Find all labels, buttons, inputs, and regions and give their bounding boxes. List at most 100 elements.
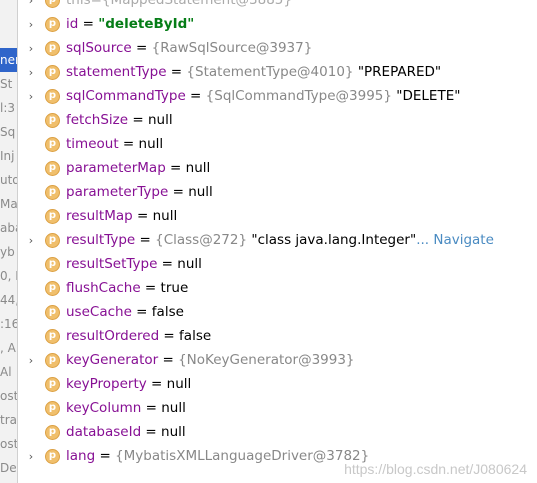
strip-fragment	[0, 0, 17, 24]
tree-row-parametermap[interactable]: p parameterMap = null	[17, 156, 537, 180]
field-name: sqlCommandType	[66, 88, 186, 104]
tree-row-keygenerator[interactable]: › p keyGenerator = {NoKeyGenerator@3993}	[17, 348, 537, 372]
expand-arrow-icon[interactable]: ›	[17, 0, 45, 12]
field-value: true	[160, 280, 189, 296]
strip-fragment: Sq	[0, 125, 16, 139]
field-name: keyProperty	[66, 376, 147, 392]
strip-fragment: uto	[0, 173, 17, 187]
tree-row-id[interactable]: › p id = "deleteById"	[17, 12, 537, 36]
equals-sign: =	[78, 16, 99, 32]
tree-row-flushcache[interactable]: p flushCache = true	[17, 276, 537, 300]
field-name: resultSetType	[66, 256, 158, 272]
expand-arrow-icon	[17, 276, 45, 300]
equals-sign: =	[118, 136, 139, 152]
field-value: null	[147, 112, 173, 128]
field-value: null	[177, 256, 202, 272]
field-name: statementType	[66, 64, 167, 80]
field-value: null	[161, 400, 186, 416]
expand-arrow-icon	[17, 252, 45, 276]
strip-fragment: De	[0, 461, 17, 475]
strip-fragment: ner	[0, 48, 17, 72]
field-badge-icon: p	[45, 400, 60, 416]
object-reference: {MybatisXMLLanguageDriver@3782}	[115, 448, 370, 464]
field-badge-icon: p	[45, 40, 60, 56]
tree-row-keyproperty[interactable]: p keyProperty = null	[17, 372, 537, 396]
tree-row-resultordered[interactable]: p resultOrdered = false	[17, 324, 537, 348]
field-badge-icon: p	[45, 16, 60, 32]
field-badge-icon: p	[45, 208, 60, 224]
tree-row-usecache[interactable]: p useCache = false	[17, 300, 537, 324]
tree-row-fetchsize[interactable]: p fetchSize = null	[17, 108, 537, 132]
field-name: fetchSize	[66, 112, 129, 128]
strip-fragment	[0, 24, 17, 48]
equals-sign: =	[132, 208, 153, 224]
object-reference: {RawSqlSource@3937}	[151, 40, 313, 56]
object-reference: {MappedStatement@3885}	[101, 0, 292, 8]
expand-arrow-icon	[17, 420, 45, 444]
tree-row-sqlsource[interactable]: › p sqlSource = {RawSqlSource@3937}	[17, 36, 537, 60]
expand-arrow-icon	[17, 156, 45, 180]
expand-arrow-icon	[17, 324, 45, 348]
tree-row-this[interactable]: › p this = {MappedStatement@3885}	[17, 0, 537, 12]
expand-arrow-icon	[17, 396, 45, 420]
tree-row-lang[interactable]: › p lang = {MybatisXMLLanguageDriver@3782}	[17, 444, 537, 468]
field-name: parameterType	[66, 184, 169, 200]
field-badge-icon: p	[45, 376, 60, 392]
expand-arrow-icon[interactable]: ›	[17, 12, 45, 36]
strip-fragment: tra	[0, 413, 17, 427]
field-badge-icon: p	[45, 112, 60, 128]
field-name: sqlSource	[66, 40, 132, 56]
tree-row-sqlcommandtype[interactable]: › p sqlCommandType = {SqlCommandType@3995}…	[17, 84, 537, 108]
equals-sign: =	[146, 376, 167, 392]
expand-arrow-icon[interactable]: ›	[17, 60, 45, 84]
expand-arrow-icon[interactable]: ›	[17, 36, 45, 60]
field-name: resultType	[66, 232, 136, 248]
tree-row-databaseid[interactable]: p databaseId = null	[17, 420, 537, 444]
navigate-link[interactable]: ... Navigate	[416, 232, 494, 248]
strip-fragment: yb	[0, 245, 15, 259]
tree-row-parametertype[interactable]: p parameterType = null	[17, 180, 537, 204]
expand-arrow-icon[interactable]: ›	[17, 444, 45, 468]
equals-sign: =	[141, 424, 162, 440]
field-badge-icon: p	[45, 184, 60, 200]
expand-arrow-icon	[17, 108, 45, 132]
debugger-variables-tree[interactable]: › p this = {MappedStatement@3885} ›pid =…	[17, 0, 537, 483]
expand-arrow-icon[interactable]: ›	[17, 84, 45, 108]
field-name: useCache	[66, 304, 132, 320]
strip-fragment: ostr	[0, 437, 17, 451]
tree-row-statementtype[interactable]: › p statementType = {StatementType@4010} "…	[17, 60, 537, 84]
field-badge-icon: p	[45, 0, 60, 8]
field-value: null	[188, 184, 213, 200]
field-name: id	[66, 16, 79, 32]
field-name: flushCache	[66, 280, 141, 296]
equals-sign: =	[95, 448, 116, 464]
field-name: this	[66, 0, 91, 8]
field-badge-icon: p	[45, 352, 60, 368]
strip-fragment: Al	[0, 365, 12, 379]
strip-fragment: l:3	[0, 101, 16, 115]
field-name: timeout	[66, 136, 119, 152]
field-badge-icon: p	[45, 280, 60, 296]
expand-arrow-icon	[17, 180, 45, 204]
field-badge-icon: p	[45, 448, 60, 464]
strip-fragment: aba	[0, 221, 17, 235]
strip-fragment: 44,	[0, 293, 17, 307]
tree-row-resultsettype[interactable]: p resultSetType = null	[17, 252, 537, 276]
tree-row-resultmap[interactable]: p resultMap = null	[17, 204, 537, 228]
tree-row-resulttype[interactable]: › p resultType = {Class@272} "class java.l…	[17, 228, 537, 252]
expand-arrow-icon[interactable]: ›	[17, 348, 45, 372]
strip-fragment: Inj	[0, 149, 15, 163]
tree-row-keycolumn[interactable]: p keyColumn = null	[17, 396, 537, 420]
field-name: keyColumn	[66, 400, 142, 416]
tree-row-timeout[interactable]: p timeout = null	[17, 132, 537, 156]
field-value: false	[179, 328, 212, 344]
field-name: parameterMap	[66, 160, 166, 176]
left-editor-strip: ner St l:3 Sq Inj uto Ma aba yb 0, I 44,:16 , A Al os…	[0, 0, 18, 483]
field-value: null	[138, 136, 164, 152]
field-value: "PREPARED"	[357, 64, 442, 80]
expand-arrow-icon[interactable]: ›	[17, 228, 45, 252]
equals-sign: =	[131, 304, 152, 320]
field-badge-icon: p	[45, 304, 60, 320]
equals-sign: =	[140, 280, 161, 296]
field-name: resultOrdered	[66, 328, 160, 344]
